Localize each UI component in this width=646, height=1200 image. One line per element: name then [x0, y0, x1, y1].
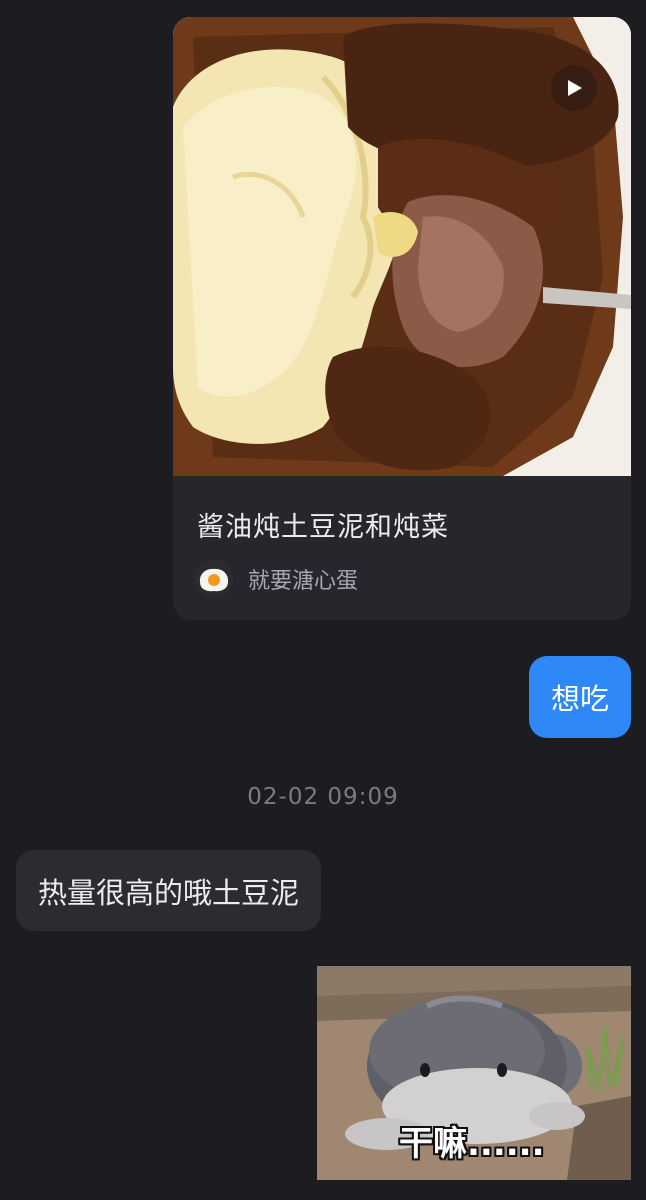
play-icon [568, 80, 582, 96]
message-timestamp: 02-02 09:09 [247, 784, 399, 810]
outgoing-message-bubble[interactable]: 想吃 [528, 656, 631, 738]
author-avatar[interactable] [195, 560, 233, 598]
incoming-message-bubble[interactable]: 热量很高的哦土豆泥 [16, 850, 322, 931]
sticker-caption: 干嘛...... [399, 1124, 545, 1164]
post-cover-image[interactable] [173, 17, 631, 476]
post-author[interactable]: 就要溏心蛋 [195, 559, 358, 599]
chat-view: 酱油炖土豆泥和炖菜 就要溏心蛋 想吃 02-02 09:09 热量很高的哦土豆泥 [0, 0, 646, 1200]
post-title: 酱油炖土豆泥和炖菜 [197, 512, 449, 543]
author-name: 就要溏心蛋 [248, 569, 359, 594]
shared-post-card[interactable]: 酱油炖土豆泥和炖菜 就要溏心蛋 [173, 17, 631, 620]
fried-egg-icon [195, 560, 233, 598]
video-play-badge[interactable] [551, 65, 597, 111]
sticker-image[interactable]: 干嘛...... [317, 966, 631, 1180]
